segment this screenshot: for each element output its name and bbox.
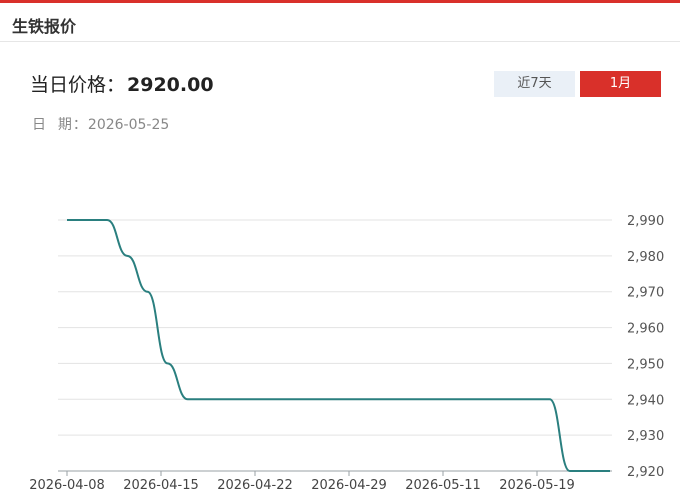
y-tick-label: 2,990: [627, 214, 664, 229]
y-tick-label: 2,940: [627, 393, 664, 408]
y-tick-label: 2,980: [627, 250, 664, 265]
x-tick-label: 2026-05-19: [499, 478, 575, 493]
x-tick-label: 2026-04-22: [217, 478, 293, 493]
price-series-line: [67, 219, 610, 472]
y-tick-label: 2,920: [627, 465, 664, 480]
y-tick-label: 2,950: [627, 357, 664, 372]
x-tick-label: 2026-04-15: [123, 478, 199, 493]
y-tick-label: 2,960: [627, 322, 664, 337]
y-tick-label: 2,930: [627, 429, 664, 444]
x-tick-label: 2026-05-11: [405, 478, 481, 493]
price-line-chart: 2,990 2,980 2,970 2,960 2,950 2,940 2,930 2,920…: [29, 214, 664, 493]
x-tick-label: 2026-04-08: [29, 478, 105, 493]
x-tick-label: 2026-04-29: [311, 478, 387, 493]
y-tick-label: 2,970: [627, 286, 664, 301]
